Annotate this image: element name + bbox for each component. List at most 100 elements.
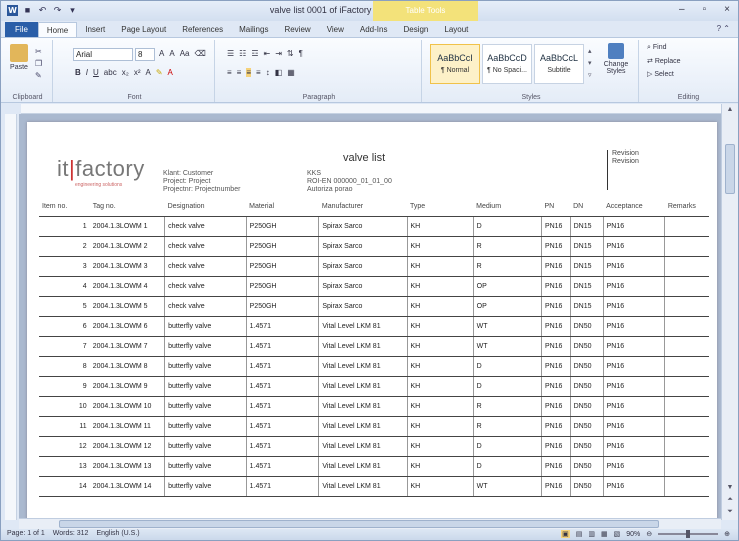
tab-design[interactable]: Design (395, 22, 436, 37)
cell-medium[interactable]: R (473, 256, 542, 277)
cell-acceptance[interactable]: PN16 (603, 476, 666, 497)
cell-type[interactable]: KH (407, 236, 474, 257)
cell-material[interactable]: P250GH (246, 236, 320, 257)
format-painter-icon[interactable]: ✎ (35, 70, 42, 82)
cell-tag-no[interactable]: 2004.1.3LOWM 9 (89, 376, 166, 397)
cell-manufacturer[interactable]: Vital Level LKM 81 (318, 376, 408, 397)
cell-manufacturer[interactable]: Vital Level LKM 81 (318, 416, 408, 437)
cell-medium[interactable]: R (473, 236, 542, 257)
justify-icon[interactable]: ≡ (256, 68, 261, 77)
cell-pn[interactable]: PN16 (541, 296, 571, 317)
cell-tag-no[interactable]: 2004.1.3LOWM 11 (89, 416, 166, 437)
cell-type[interactable]: KH (407, 376, 474, 397)
minimize-icon[interactable]: – (679, 4, 685, 15)
change-case-icon[interactable]: Aa (180, 49, 190, 58)
cell-manufacturer[interactable]: Vital Level LKM 81 (318, 456, 408, 477)
document-page[interactable]: it|factory engineering solutions Klant: … (27, 122, 717, 518)
cell-designation[interactable]: butterfly valve (164, 356, 247, 377)
font-color-icon[interactable]: A (168, 68, 173, 77)
cell-acceptance[interactable]: PN16 (603, 356, 666, 377)
cell-item-no[interactable]: 7 (39, 336, 90, 357)
tab-page-layout[interactable]: Page Layout (113, 22, 174, 37)
cell-designation[interactable]: butterfly valve (164, 376, 247, 397)
cell-manufacturer[interactable]: Vital Level LKM 81 (318, 396, 408, 417)
table-row[interactable]: 12 2004.1.3LOWM 12 butterfly valve 1.4571 Vi… (39, 436, 709, 457)
cell-designation[interactable]: check valve (164, 276, 247, 297)
cell-manufacturer[interactable]: Spirax Sarco (318, 296, 408, 317)
cell-dn[interactable]: DN50 (570, 396, 604, 417)
cell-material[interactable]: P250GH (246, 216, 320, 237)
scroll-down-icon[interactable]: ▼ (725, 484, 735, 494)
cell-dn[interactable]: DN15 (570, 296, 604, 317)
draft-icon[interactable]: ▧ (614, 530, 621, 538)
cell-material[interactable]: 1.4571 (246, 476, 320, 497)
cell-manufacturer[interactable]: Vital Level LKM 81 (318, 336, 408, 357)
cell-dn[interactable]: DN50 (570, 356, 604, 377)
cell-acceptance[interactable]: PN16 (603, 416, 666, 437)
cell-material[interactable]: 1.4571 (246, 436, 320, 457)
cell-type[interactable]: KH (407, 456, 474, 477)
cell-dn[interactable]: DN50 (570, 316, 604, 337)
cell-designation[interactable]: check valve (164, 256, 247, 277)
styles-scroll[interactable]: ▴ ▾ ▿ (588, 46, 592, 82)
cell-type[interactable]: KH (407, 396, 474, 417)
cell-material[interactable]: P250GH (246, 276, 320, 297)
decrease-indent-icon[interactable]: ⇤ (264, 49, 271, 58)
cell-pn[interactable]: PN16 (541, 316, 571, 337)
cell-item-no[interactable]: 8 (39, 356, 90, 377)
numbering-icon[interactable]: ☷ (239, 49, 246, 58)
line-spacing-icon[interactable]: ↕ (266, 68, 270, 77)
select-button[interactable]: ▷ Select (647, 70, 681, 78)
cell-medium[interactable]: WT (473, 336, 542, 357)
cell-material[interactable]: 1.4571 (246, 416, 320, 437)
cell-pn[interactable]: PN16 (541, 396, 571, 417)
cell-tag-no[interactable]: 2004.1.3LOWM 12 (89, 436, 166, 457)
word-count[interactable]: Words: 312 (53, 530, 89, 537)
cell-acceptance[interactable]: PN16 (603, 316, 666, 337)
tab-mailings[interactable]: Mailings (231, 22, 276, 37)
cell-dn[interactable]: DN15 (570, 276, 604, 297)
cell-type[interactable]: KH (407, 256, 474, 277)
cell-remarks[interactable] (664, 416, 709, 437)
bullets-icon[interactable]: ☰ (227, 49, 234, 58)
outline-icon[interactable]: ▦ (601, 530, 608, 538)
cell-tag-no[interactable]: 2004.1.3LOWM 13 (89, 456, 166, 477)
cell-tag-no[interactable]: 2004.1.3LOWM 10 (89, 396, 166, 417)
cell-pn[interactable]: PN16 (541, 456, 571, 477)
find-button[interactable]: ⌕ Find (647, 44, 681, 52)
cell-remarks[interactable] (664, 336, 709, 357)
tab-file[interactable]: File (5, 22, 38, 37)
cell-material[interactable]: 1.4571 (246, 456, 320, 477)
cell-tag-no[interactable]: 2004.1.3LOWM 4 (89, 276, 166, 297)
horizontal-scrollbar[interactable] (19, 518, 721, 529)
cell-item-no[interactable]: 1 (39, 216, 90, 237)
cell-pn[interactable]: PN16 (541, 336, 571, 357)
sort-icon[interactable]: ⇅ (287, 49, 294, 58)
align-left-icon[interactable]: ≡ (227, 68, 232, 77)
cell-type[interactable]: KH (407, 336, 474, 357)
cell-remarks[interactable] (664, 376, 709, 397)
shading-icon[interactable]: ◧ (275, 68, 283, 77)
cell-pn[interactable]: PN16 (541, 376, 571, 397)
cell-pn[interactable]: PN16 (541, 436, 571, 457)
cell-tag-no[interactable]: 2004.1.3LOWM 7 (89, 336, 166, 357)
cell-designation[interactable]: check valve (164, 216, 247, 237)
cell-dn[interactable]: DN50 (570, 476, 604, 497)
cell-material[interactable]: 1.4571 (246, 396, 320, 417)
cell-material[interactable]: 1.4571 (246, 376, 320, 397)
replace-button[interactable]: ⇄ Replace (647, 57, 681, 65)
cell-medium[interactable]: D (473, 216, 542, 237)
table-row[interactable]: 11 2004.1.3LOWM 11 butterfly valve 1.4571 Vi… (39, 416, 709, 437)
bold-icon[interactable]: B (75, 68, 81, 77)
cell-designation[interactable]: butterfly valve (164, 316, 247, 337)
cell-remarks[interactable] (664, 396, 709, 417)
subscript-icon[interactable]: x₂ (122, 68, 129, 77)
cell-pn[interactable]: PN16 (541, 356, 571, 377)
cell-acceptance[interactable]: PN16 (603, 296, 666, 317)
cell-manufacturer[interactable]: Vital Level LKM 81 (318, 356, 408, 377)
table-row[interactable]: 3 2004.1.3LOWM 3 check valve P250GH Spirax S… (39, 256, 709, 277)
vertical-scrollbar[interactable]: ▲ ▼ ⏶ ⏷ (721, 104, 738, 520)
tab-review[interactable]: Review (276, 22, 318, 37)
cell-remarks[interactable] (664, 456, 709, 477)
page-count[interactable]: Page: 1 of 1 (7, 530, 45, 537)
